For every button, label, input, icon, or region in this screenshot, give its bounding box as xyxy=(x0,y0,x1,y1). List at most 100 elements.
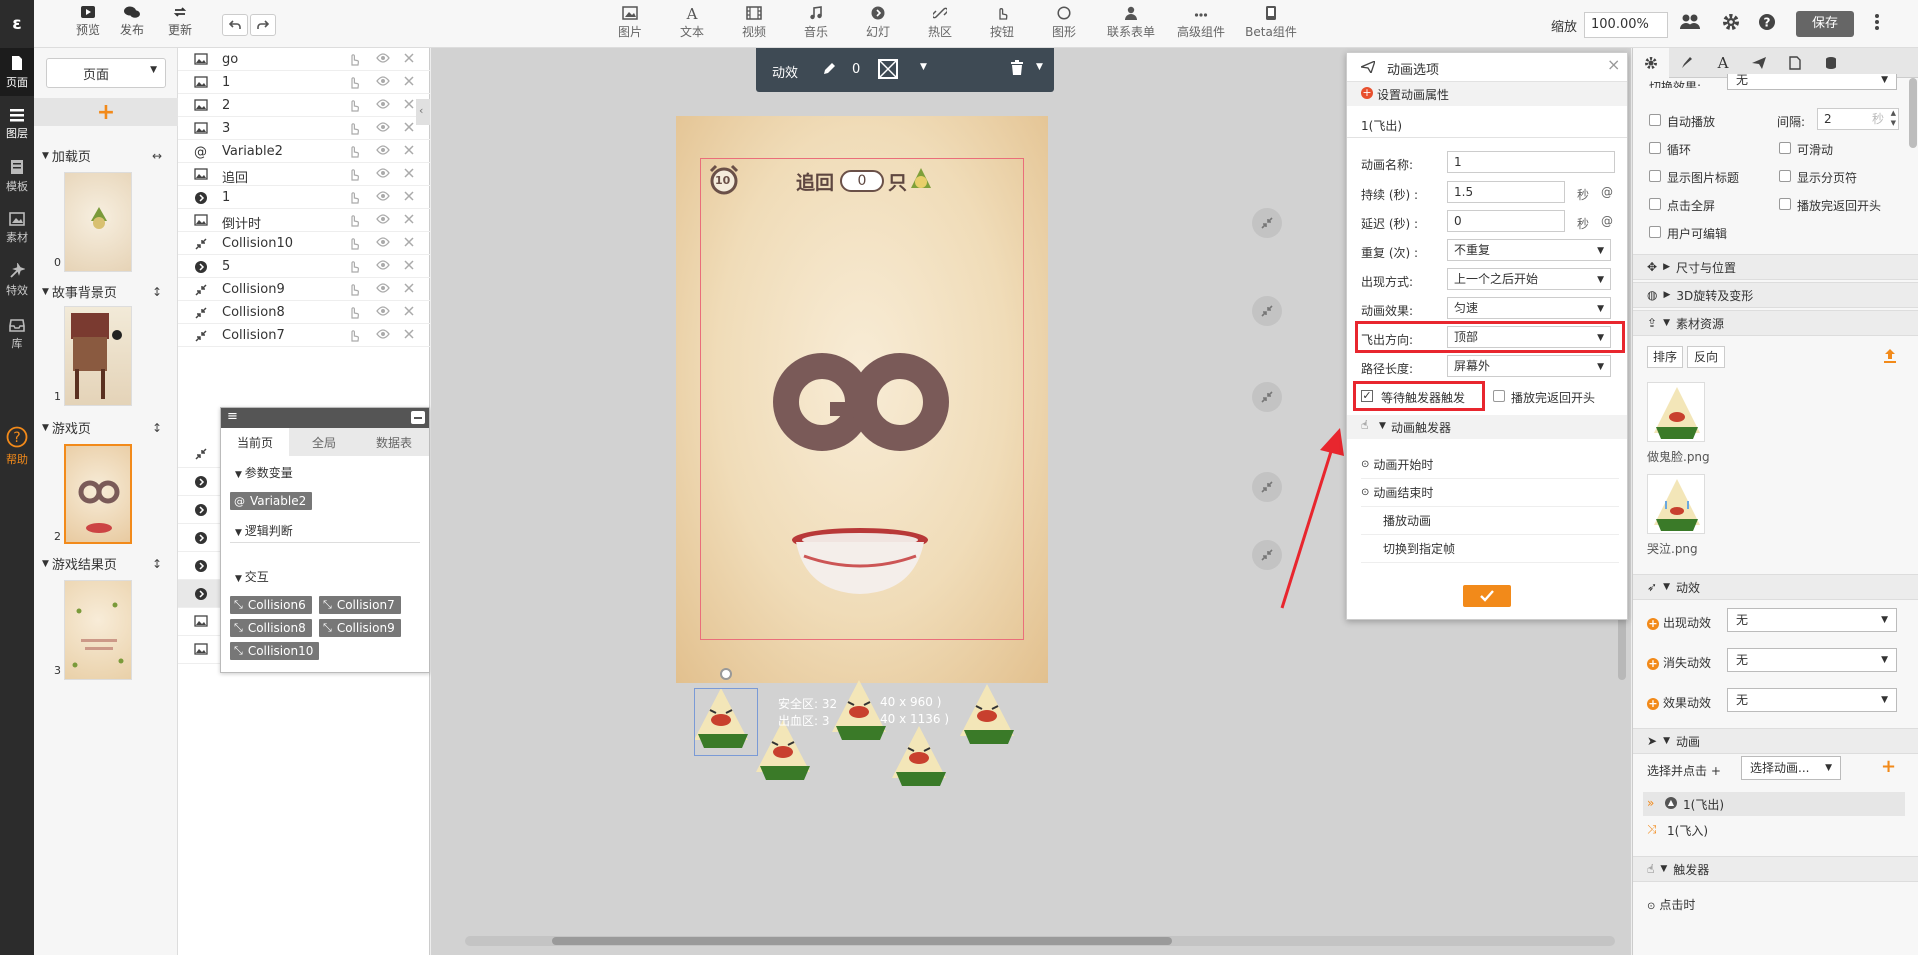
drag-vertical-icon[interactable]: ↕ xyxy=(152,421,162,435)
collaborators-button[interactable] xyxy=(1680,13,1700,31)
section-trigger[interactable]: ☝ ▼ 触发器 xyxy=(1633,856,1918,882)
trigger-section[interactable]: ☝ ▼ 动画触发器 xyxy=(1347,415,1627,439)
redo-button[interactable] xyxy=(250,14,276,36)
add-advanced-button[interactable]: 高级组件 xyxy=(1168,6,1234,40)
section-assets[interactable]: ⇪ ▼ 素材资源 xyxy=(1633,310,1918,336)
eye-icon[interactable] xyxy=(376,191,390,201)
click-action-icon[interactable] xyxy=(348,283,360,296)
nav-pages[interactable]: 页面 xyxy=(0,48,34,96)
close-icon[interactable] xyxy=(404,214,414,224)
eye-icon[interactable] xyxy=(376,329,390,339)
help-top-button[interactable]: ? xyxy=(1758,13,1776,31)
zongzi-character[interactable] xyxy=(828,676,890,746)
eye-icon[interactable] xyxy=(376,260,390,270)
delay-input[interactable]: 0 xyxy=(1447,210,1565,232)
spinner-icon[interactable]: ▲ ▼ xyxy=(1891,108,1896,128)
trigger-anim-end[interactable]: ⊙ 动画结束时 xyxy=(1361,479,1619,507)
trigger-click-item[interactable]: ⊙ 点击时 xyxy=(1647,896,1695,913)
close-icon[interactable] xyxy=(404,99,414,109)
at-icon[interactable]: @ xyxy=(1601,214,1613,228)
nav-assets[interactable]: 素材 xyxy=(0,204,34,252)
click-action-icon[interactable] xyxy=(348,145,360,158)
trigger-play-anim[interactable]: 播放动画 xyxy=(1361,507,1619,535)
add-beta-button[interactable]: Beta组件 xyxy=(1238,6,1304,40)
add-slideshow-button[interactable]: 幻灯 xyxy=(850,6,906,40)
minimize-button[interactable] xyxy=(411,411,425,424)
tab-global[interactable]: 全局 xyxy=(289,428,359,456)
appear-effect-select[interactable]: 无 xyxy=(1727,608,1897,632)
appear-select[interactable]: 上一个之后开始 xyxy=(1447,268,1611,290)
rotate-handle[interactable] xyxy=(720,668,732,680)
drag-vertical-icon[interactable]: ↕ xyxy=(152,285,162,299)
eye-icon[interactable] xyxy=(376,214,390,224)
animation-item[interactable]: ⤨ 1(飞入) xyxy=(1643,818,1905,842)
pencil-icon[interactable] xyxy=(822,62,836,76)
click-action-icon[interactable] xyxy=(348,76,360,89)
confirm-button[interactable] xyxy=(1463,585,1511,607)
eye-icon[interactable] xyxy=(376,76,390,86)
path-select[interactable]: 屏幕外 xyxy=(1447,355,1611,377)
page-thumbnail-2[interactable] xyxy=(64,444,132,544)
slidable-checkbox[interactable] xyxy=(1779,142,1791,154)
trigger-goto-frame[interactable]: 切换到指定帧 xyxy=(1361,535,1619,563)
scrollbar-thumb[interactable] xyxy=(552,937,1172,945)
page-group-game[interactable]: ▼ 游戏页 ↕ xyxy=(42,418,162,438)
page-type-select[interactable]: 页面 ▼ xyxy=(46,58,166,88)
chevron-down-icon[interactable]: ▼ xyxy=(1036,62,1043,72)
add-button-button[interactable]: 按钮 xyxy=(974,6,1030,40)
switch-effect-select[interactable]: 无 xyxy=(1727,74,1897,90)
eye-icon[interactable] xyxy=(376,283,390,293)
editable-checkbox[interactable] xyxy=(1649,226,1661,238)
at-icon[interactable]: @ xyxy=(1601,185,1613,199)
drag-vertical-icon[interactable]: ↕ xyxy=(152,557,162,571)
click-action-icon[interactable] xyxy=(348,306,360,319)
undo-button[interactable] xyxy=(222,14,248,36)
close-icon[interactable] xyxy=(404,76,414,86)
page-group-result[interactable]: ▼ 游戏结果页 ↕ xyxy=(42,554,162,574)
collision-marker[interactable] xyxy=(1252,382,1282,412)
set-anim-section[interactable]: + 设置动画属性 xyxy=(1347,82,1627,106)
click-action-icon[interactable] xyxy=(348,168,360,181)
chevron-down-icon[interactable]: ▼ xyxy=(920,62,927,72)
tab-style[interactable] xyxy=(1669,48,1705,78)
update-button[interactable]: 更新 xyxy=(168,6,192,38)
nav-layers[interactable]: 图层 xyxy=(0,100,34,148)
nav-effects[interactable]: 特效 xyxy=(0,256,34,304)
close-icon[interactable] xyxy=(404,53,414,63)
more-menu-button[interactable] xyxy=(1874,13,1880,31)
anim-name-input[interactable]: 1 xyxy=(1447,151,1615,173)
tab-current-page[interactable]: 当前页 xyxy=(221,428,289,456)
layer-row[interactable]: Collision8 xyxy=(178,301,430,324)
click-action-icon[interactable] xyxy=(348,237,360,250)
close-icon[interactable] xyxy=(404,329,414,339)
upload-icon[interactable] xyxy=(1883,348,1897,364)
section-interact[interactable]: ▼ 交互 xyxy=(235,568,269,585)
close-icon[interactable] xyxy=(404,168,414,178)
page-thumbnail-3[interactable] xyxy=(64,580,132,680)
menu-icon[interactable]: ≡ xyxy=(227,409,238,424)
add-page-button[interactable]: + xyxy=(34,98,178,126)
layer-row[interactable]: Collision9 xyxy=(178,278,430,301)
section-size-position[interactable]: ✥ ▶ 尺寸与位置 xyxy=(1633,254,1918,280)
nav-library[interactable]: 库 xyxy=(0,310,34,358)
page-group-loading[interactable]: ▼ 加载页 ↔ xyxy=(42,146,162,166)
asset-thumbnail[interactable] xyxy=(1647,474,1705,534)
layer-row[interactable]: 1 xyxy=(178,71,430,94)
eye-icon[interactable] xyxy=(376,306,390,316)
collapse-panel-button[interactable]: ‹ xyxy=(416,99,430,125)
color-swatch[interactable] xyxy=(878,59,898,79)
layer-row[interactable]: go xyxy=(178,48,430,71)
eye-icon[interactable] xyxy=(376,122,390,132)
page-group-story[interactable]: ▼ 故事背景页 ↕ xyxy=(42,282,162,302)
zoom-input[interactable]: 100.00% xyxy=(1584,12,1668,38)
collision-marker[interactable] xyxy=(1252,296,1282,326)
close-icon[interactable] xyxy=(404,145,414,155)
collision-chip[interactable]: ⤡ Collision9 xyxy=(319,619,401,637)
add-hotspot-button[interactable]: 热区 xyxy=(912,6,968,40)
nav-help[interactable]: ? 帮助 xyxy=(0,422,34,470)
section-effects[interactable]: ➶ ▼ 动效 xyxy=(1633,574,1918,600)
close-icon[interactable] xyxy=(404,283,414,293)
effect-select[interactable]: 匀速 xyxy=(1447,297,1611,319)
close-icon[interactable] xyxy=(404,237,414,247)
autoplay-checkbox[interactable] xyxy=(1649,114,1661,126)
